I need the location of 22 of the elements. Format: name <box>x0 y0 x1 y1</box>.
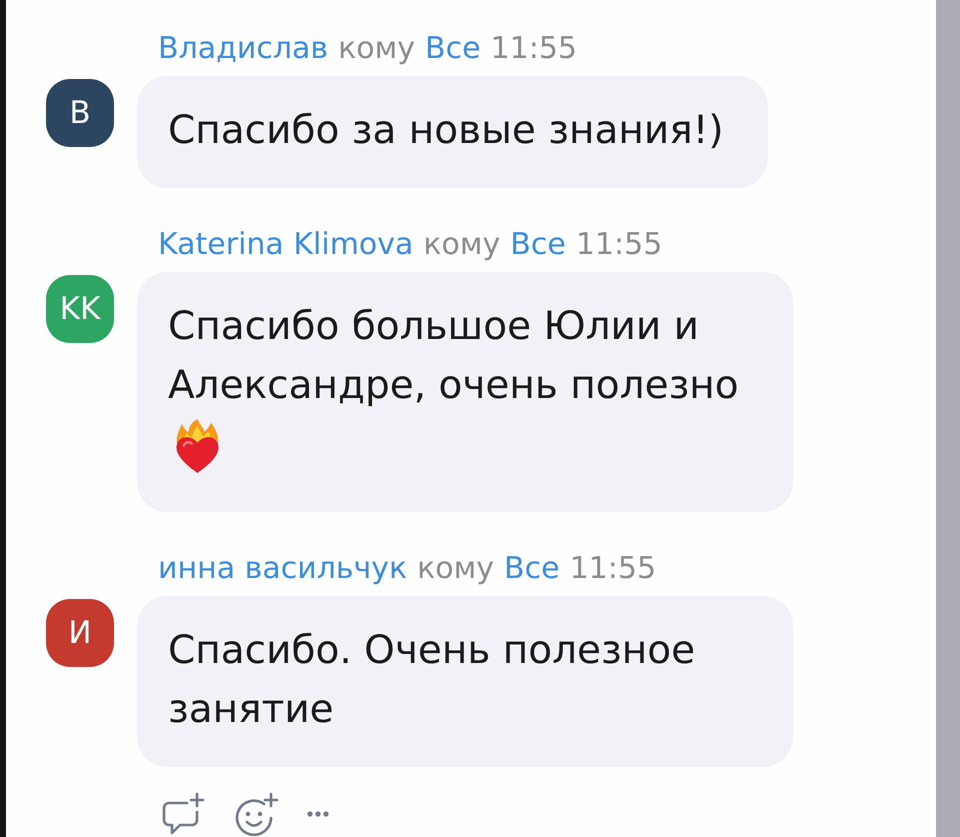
message-text: Спасибо за новые знания!) <box>168 107 724 155</box>
recipient-name: Все <box>504 550 560 586</box>
message-time: 11:55 <box>490 30 578 66</box>
recipient-name: Все <box>425 30 481 66</box>
recipient-name: Все <box>510 226 566 262</box>
to-label: кому <box>417 550 494 586</box>
avatar: И <box>46 599 114 667</box>
to-label: кому <box>423 226 500 262</box>
avatar: KK <box>46 275 114 343</box>
more-icon[interactable] <box>306 810 330 818</box>
message-text: Спасибо. Очень полезное занятие <box>168 627 696 734</box>
add-reaction-icon[interactable] <box>233 792 279 836</box>
avatar: В <box>46 79 114 147</box>
message-time: 11:55 <box>570 550 656 586</box>
to-label: кому <box>338 30 415 66</box>
sender-name: Владислав <box>158 30 328 66</box>
sender-name: Katerina Klimova <box>158 226 414 262</box>
scrollbar[interactable] <box>936 0 960 837</box>
reply-icon[interactable] <box>160 792 206 836</box>
message-text: Спасибо большое Юлии и Александре, очень полезно <box>168 303 740 410</box>
message-time: 11:55 <box>576 226 662 262</box>
sender-name: инна васильчук <box>158 550 408 586</box>
